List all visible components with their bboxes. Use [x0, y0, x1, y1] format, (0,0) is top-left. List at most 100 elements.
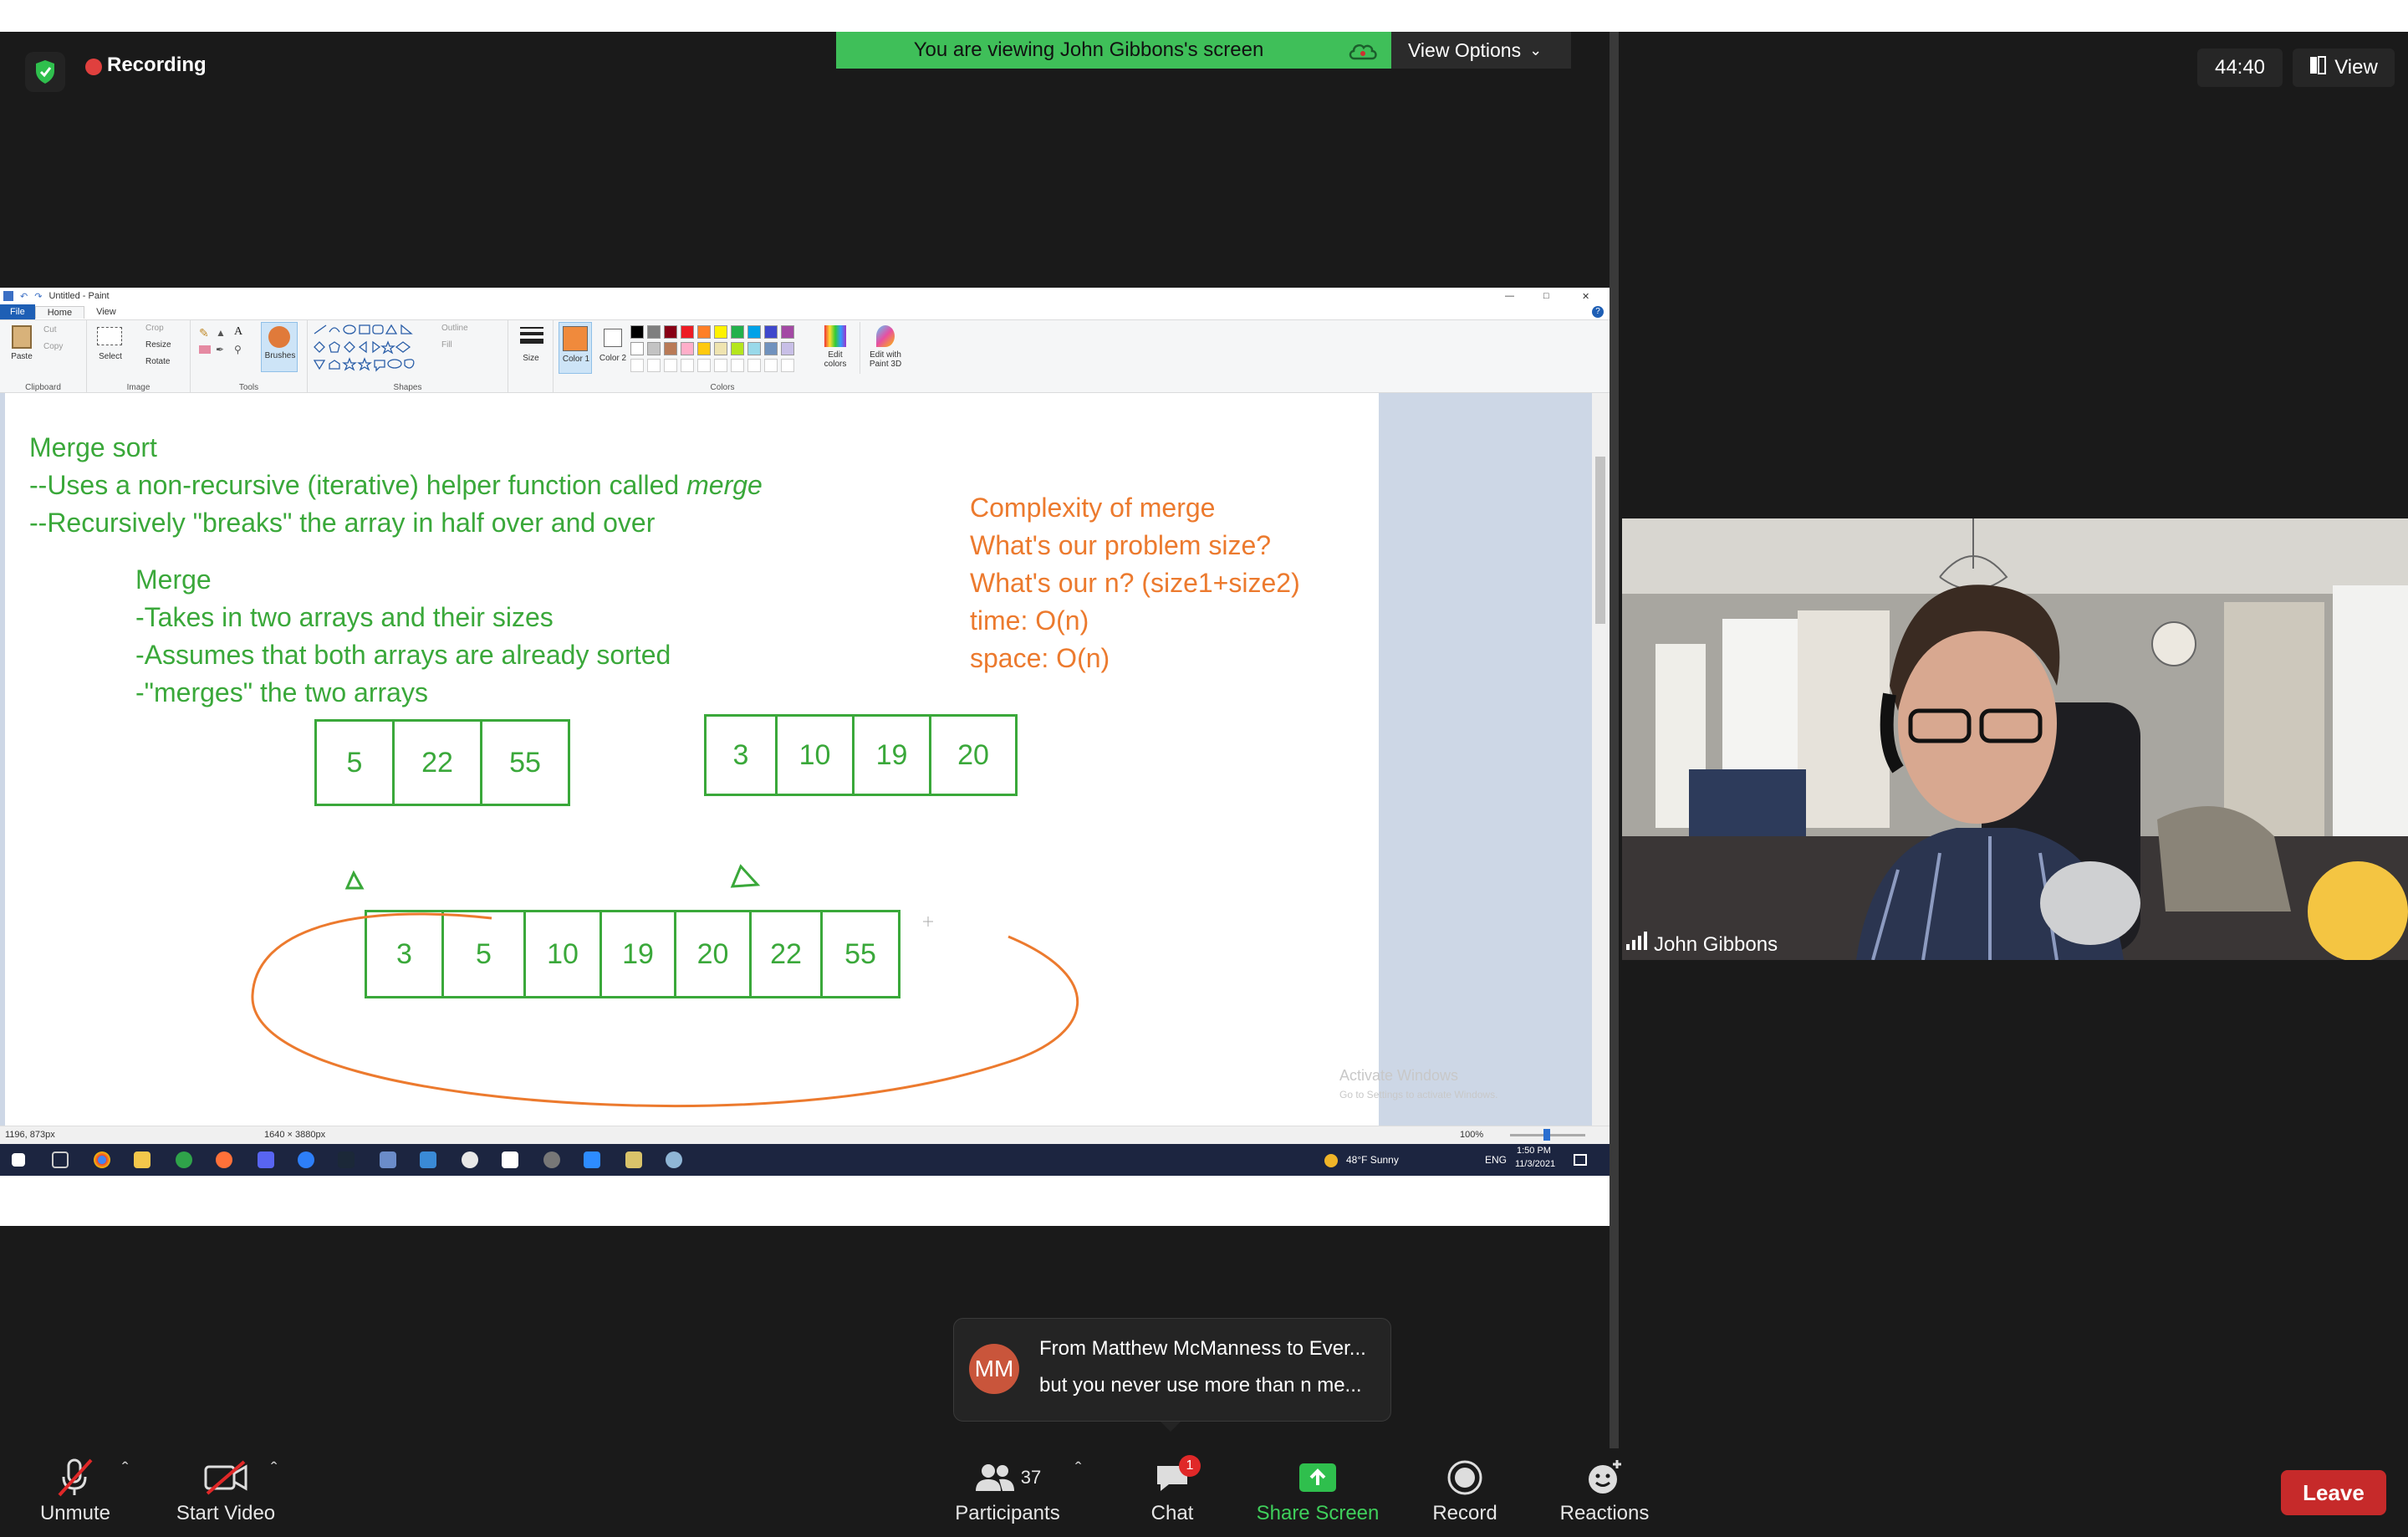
paste-label[interactable]: Paste	[7, 352, 37, 361]
paste-icon[interactable]	[12, 325, 32, 349]
resize-button[interactable]: Resize	[145, 340, 171, 350]
unity-icon[interactable]	[502, 1151, 518, 1168]
palette-swatch[interactable]	[647, 325, 661, 339]
palette-swatch-empty[interactable]	[731, 359, 744, 372]
eraser-icon[interactable]	[199, 345, 211, 354]
palette-swatch-empty[interactable]	[630, 359, 644, 372]
palette-swatch-empty[interactable]	[781, 359, 794, 372]
obs-icon[interactable]	[543, 1151, 560, 1168]
palette-swatch[interactable]	[647, 342, 661, 355]
palette-swatch[interactable]	[747, 325, 761, 339]
color-palette[interactable]	[630, 325, 814, 375]
chrome-icon[interactable]	[94, 1151, 110, 1168]
close-icon[interactable]: ✕	[1582, 291, 1589, 302]
palette-swatch-empty[interactable]	[714, 359, 727, 372]
chat-notification-toast[interactable]: MM From Matthew McManness to Ever... but…	[953, 1318, 1391, 1422]
palette-swatch[interactable]	[764, 342, 778, 355]
view-button[interactable]: View	[2293, 49, 2395, 87]
palette-swatch[interactable]	[630, 342, 644, 355]
leave-button[interactable]: Leave	[2281, 1470, 2386, 1515]
palette-swatch[interactable]	[731, 325, 744, 339]
palette-swatch-empty[interactable]	[681, 359, 694, 372]
chat-button[interactable]: 1 Chat	[1139, 1453, 1206, 1525]
palette-swatch[interactable]	[714, 342, 727, 355]
select-label[interactable]: Select	[94, 352, 127, 361]
palette-swatch[interactable]	[697, 325, 711, 339]
clock-date[interactable]: 11/3/2021	[1515, 1159, 1555, 1169]
palette-swatch-empty[interactable]	[697, 359, 711, 372]
help-icon[interactable]: ?	[1592, 306, 1604, 318]
palette-swatch[interactable]	[764, 325, 778, 339]
maximize-icon[interactable]: □	[1543, 291, 1549, 301]
palette-swatch-empty[interactable]	[764, 359, 778, 372]
palette-swatch[interactable]	[781, 342, 794, 355]
record-button[interactable]: Record	[1423, 1453, 1507, 1525]
github-icon[interactable]	[462, 1151, 478, 1168]
share-screen-button[interactable]: Share Screen	[1251, 1453, 1385, 1525]
language-indicator[interactable]: ENG	[1485, 1154, 1507, 1166]
audio-options-caret-icon[interactable]: ˆ	[122, 1458, 128, 1480]
weather-text[interactable]: 48°F Sunny	[1346, 1154, 1399, 1166]
palette-swatch[interactable]	[681, 342, 694, 355]
palette-swatch[interactable]	[714, 325, 727, 339]
notes-icon[interactable]	[625, 1151, 642, 1168]
outline-button[interactable]: Outline	[441, 324, 468, 333]
palette-swatch[interactable]	[681, 325, 694, 339]
file-explorer-icon[interactable]	[134, 1151, 150, 1168]
vertical-scrollbar[interactable]	[1592, 393, 1610, 1126]
zoom-slider[interactable]	[1510, 1129, 1585, 1141]
palette-swatch[interactable]	[697, 342, 711, 355]
brushes-button[interactable]: Brushes	[261, 322, 298, 372]
split-divider[interactable]	[1610, 32, 1619, 1480]
palette-swatch[interactable]	[781, 325, 794, 339]
network-app-icon[interactable]	[380, 1151, 396, 1168]
security-shield-icon[interactable]	[25, 52, 65, 92]
palette-swatch[interactable]	[664, 342, 677, 355]
color1-button[interactable]: Color 1	[559, 322, 592, 374]
participant-video[interactable]	[1622, 518, 2408, 960]
firefox-icon[interactable]	[216, 1151, 232, 1168]
reactions-button[interactable]: Reactions	[1552, 1453, 1657, 1525]
select-icon[interactable]	[97, 327, 122, 345]
steam-icon[interactable]	[338, 1151, 355, 1168]
discord-icon[interactable]	[258, 1151, 274, 1168]
view-options-dropdown[interactable]: View Options ⌄	[1391, 32, 1571, 69]
unmute-button[interactable]: Unmute	[25, 1453, 125, 1525]
save-icon[interactable]	[3, 291, 13, 301]
recording-label[interactable]: Recording	[107, 54, 207, 77]
text-icon[interactable]: A	[234, 325, 246, 338]
zoom-slider-thumb[interactable]	[1543, 1129, 1550, 1141]
task-view-icon[interactable]	[52, 1151, 69, 1168]
notification-center-icon[interactable]	[1574, 1154, 1587, 1166]
color2-button[interactable]: Color 2	[597, 322, 629, 374]
participants-caret-icon[interactable]: ˆ	[1075, 1458, 1081, 1480]
minimize-icon[interactable]: —	[1505, 291, 1514, 301]
cut-button[interactable]: Cut	[43, 325, 57, 334]
copy-button[interactable]: Copy	[43, 342, 63, 351]
edit-paint3d-button[interactable]: Edit with Paint 3D	[860, 322, 910, 374]
redo-icon[interactable]: ↷	[34, 291, 42, 302]
tab-home[interactable]: Home	[34, 305, 85, 319]
palette-swatch-empty[interactable]	[664, 359, 677, 372]
fill-icon[interactable]: ▲	[216, 327, 227, 339]
crop-button[interactable]: Crop	[145, 324, 164, 333]
browser-icon[interactable]	[176, 1151, 192, 1168]
clock-time[interactable]: 1:50 PM	[1517, 1146, 1551, 1156]
app-icon[interactable]	[298, 1151, 314, 1168]
magnifier-icon[interactable]: ⚲	[234, 344, 246, 355]
rotate-button[interactable]: Rotate	[145, 357, 170, 366]
scrollbar-thumb[interactable]	[1595, 457, 1605, 624]
windows-start-icon[interactable]	[12, 1153, 25, 1167]
pencil-icon[interactable]: ✎	[199, 327, 211, 339]
palette-swatch[interactable]	[731, 342, 744, 355]
zoom-taskbar-icon[interactable]	[584, 1151, 600, 1168]
app-icon-2[interactable]	[420, 1151, 436, 1168]
color-picker-icon[interactable]: ✒	[216, 344, 227, 355]
video-options-caret-icon[interactable]: ˆ	[271, 1458, 277, 1480]
undo-icon[interactable]: ↶	[20, 291, 28, 302]
start-video-button[interactable]: Start Video	[167, 1453, 284, 1525]
shapes-gallery[interactable]	[311, 324, 436, 374]
tab-view[interactable]: View	[84, 306, 128, 318]
edit-colors-button[interactable]: Edit colors	[818, 322, 853, 374]
palette-swatch-empty[interactable]	[647, 359, 661, 372]
